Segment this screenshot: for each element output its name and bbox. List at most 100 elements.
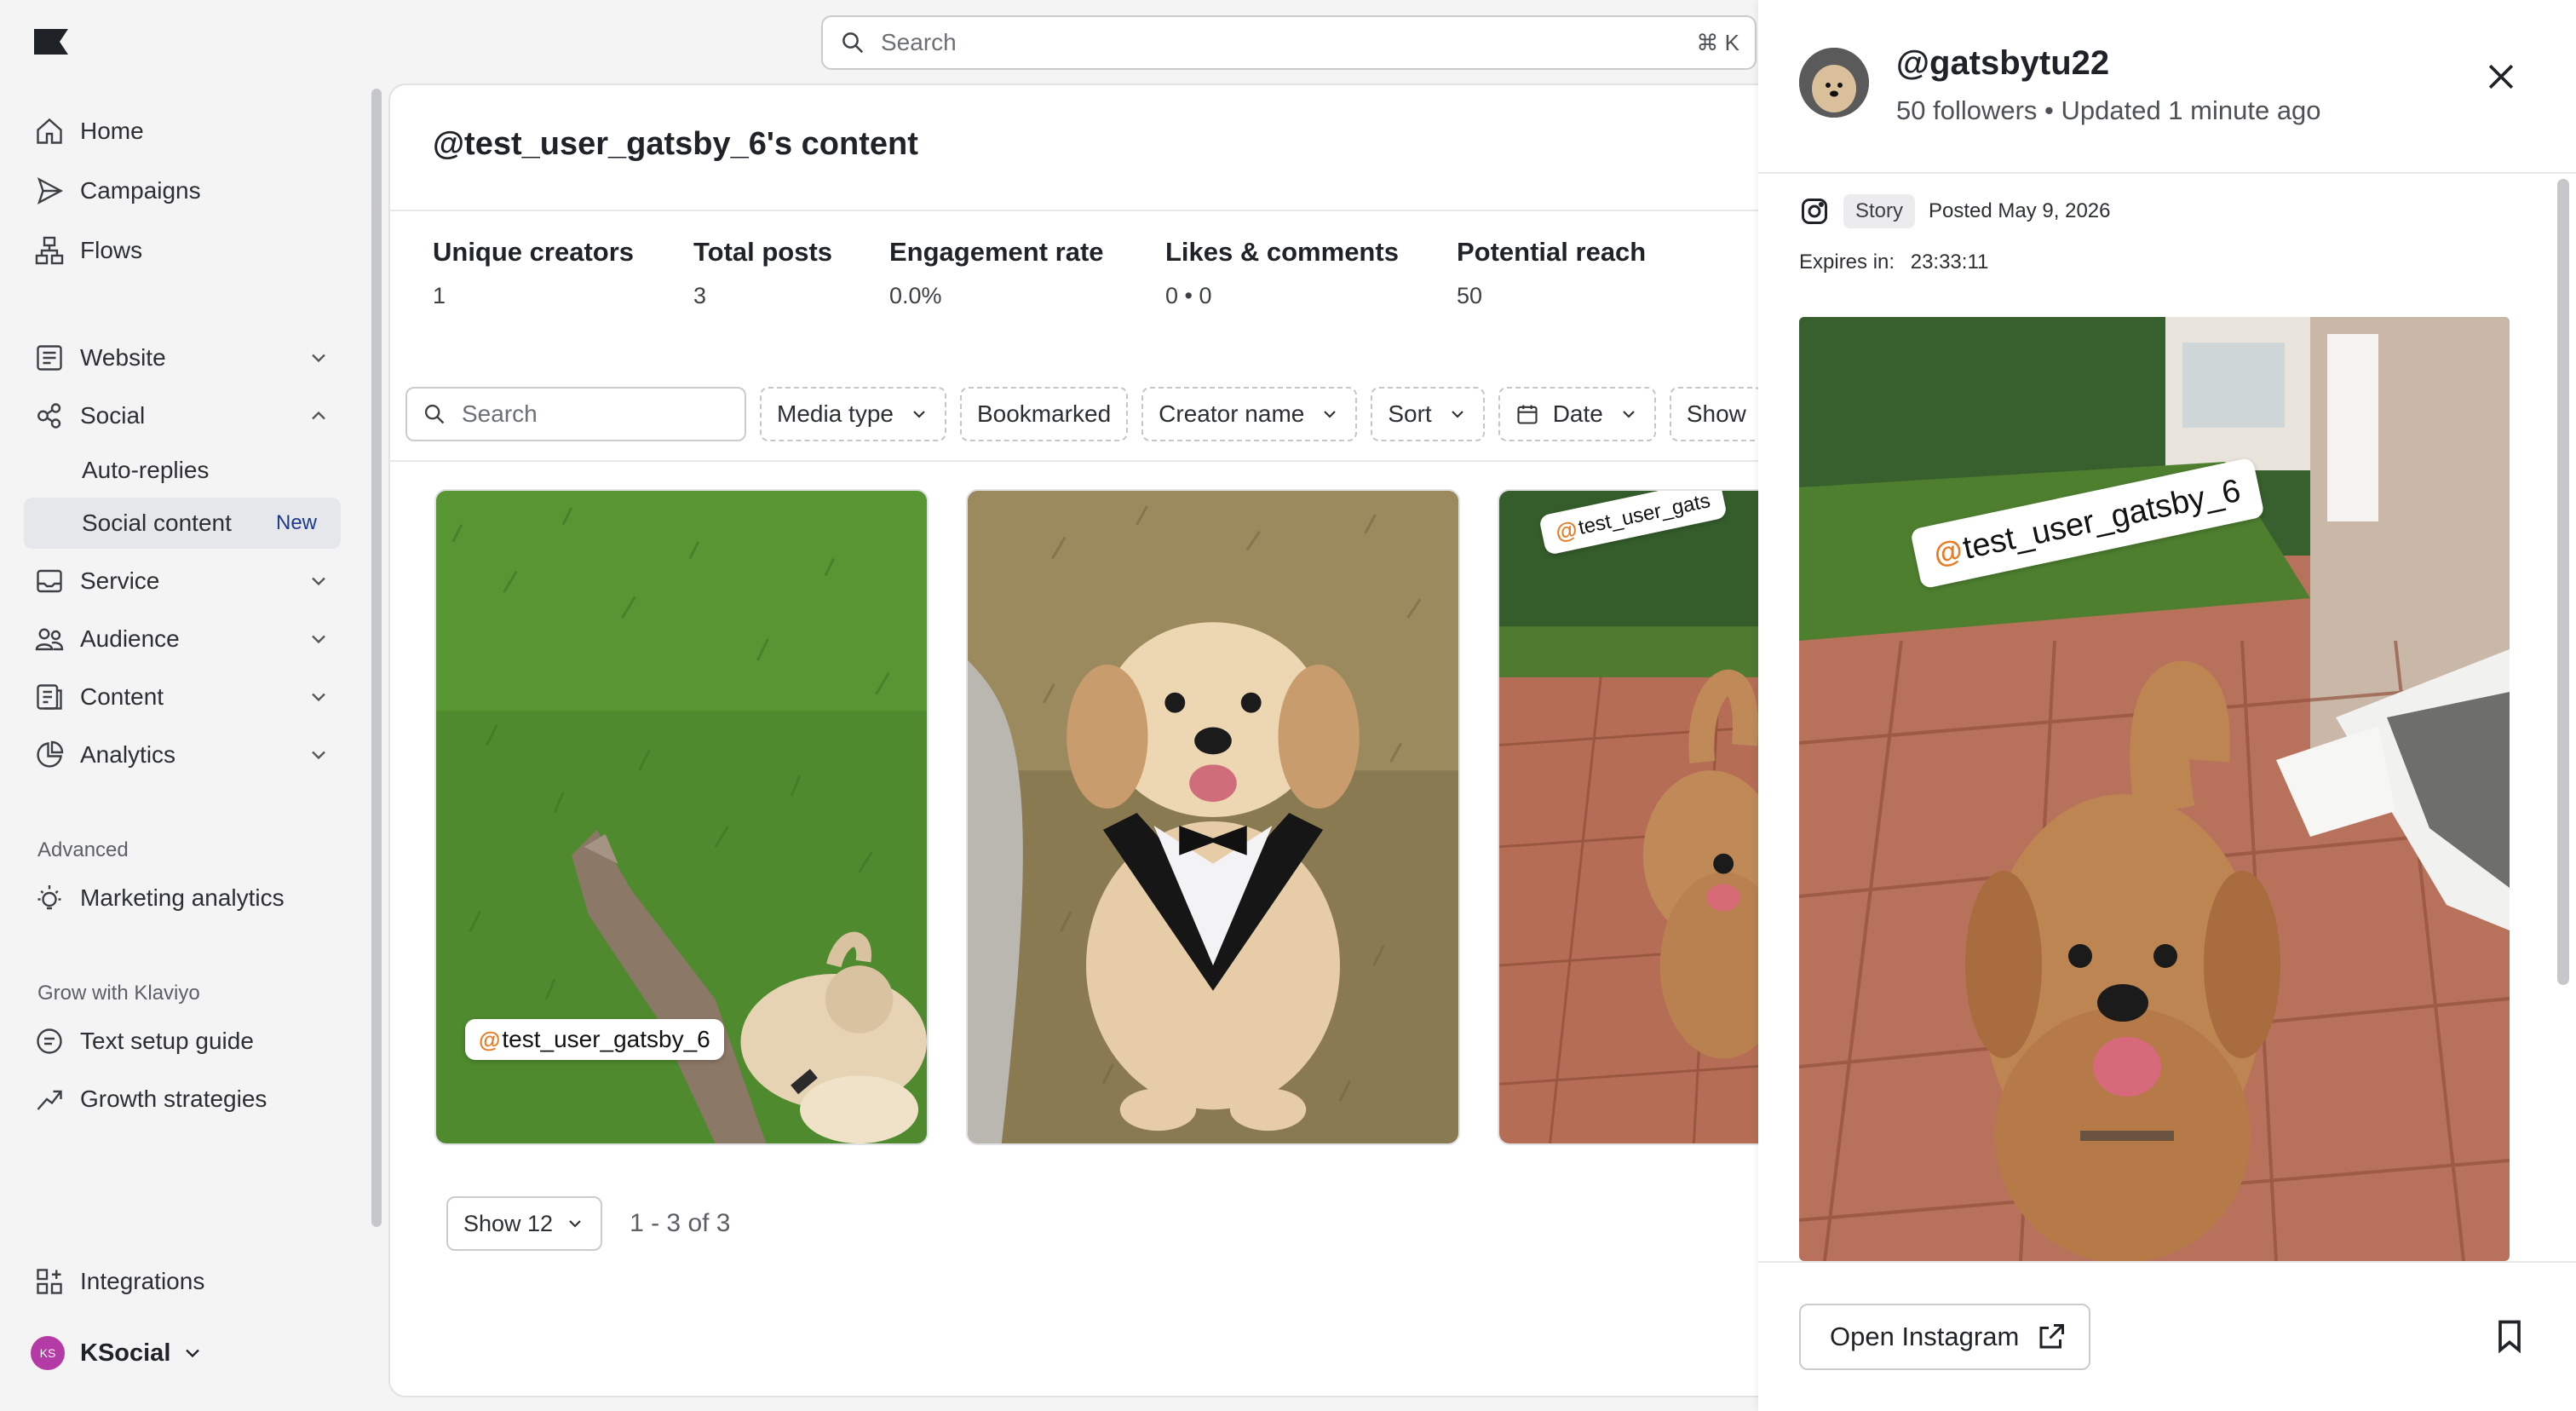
content-card[interactable]: [966, 489, 1460, 1145]
sidebar-item-label: Analytics: [80, 741, 176, 768]
search-placeholder: Search: [881, 29, 957, 55]
chevron-down-icon: [913, 411, 925, 418]
story-image: @ test_user_gatsby_6: [1799, 317, 2510, 1261]
content-card[interactable]: @ test_user_gatsby_6: [434, 489, 929, 1145]
content-card[interactable]: @ test_user_gats: [1498, 489, 1784, 1145]
chevron-down-icon: [312, 751, 325, 760]
section-label-grow: Grow with Klaviyo: [37, 982, 200, 1005]
sidebar-scrollbar[interactable]: [371, 89, 382, 1227]
analytics-icon: [32, 738, 66, 772]
sidebar-item-website[interactable]: Website: [24, 334, 341, 382]
open-instagram-button[interactable]: Open Instagram: [1799, 1304, 2091, 1370]
sidebar: Home Campaigns Flows Website Social Auto…: [0, 0, 365, 1411]
filter-sort[interactable]: Sort: [1371, 387, 1485, 441]
filter-label: Date: [1552, 400, 1603, 427]
sidebar-item-label: Home: [80, 118, 144, 144]
stat-value: 1: [433, 283, 446, 308]
sidebar-item-label: Flows: [80, 237, 143, 263]
filter-label: Creator name: [1159, 400, 1305, 427]
drawer-scrollbar[interactable]: [2557, 179, 2569, 985]
chevron-down-icon: [1623, 411, 1635, 418]
page-size-select[interactable]: Show 12: [446, 1196, 603, 1251]
chevron-down-icon: [186, 1349, 200, 1358]
expires-value: 23:33:11: [1910, 251, 1989, 274]
sidebar-subitem-label: Social content: [82, 510, 232, 536]
filter-media-type[interactable]: Media type: [760, 387, 946, 441]
pagination: Show 12 1 - 3 of 3: [446, 1196, 730, 1251]
sidebar-subitem-auto-replies[interactable]: Auto-replies: [24, 445, 341, 496]
send-icon: [32, 174, 66, 208]
sidebar-item-label: Campaigns: [80, 177, 201, 204]
sidebar-item-marketing-analytics[interactable]: Marketing analytics: [24, 874, 341, 922]
divider: [1758, 1261, 2576, 1263]
content-image: [968, 491, 1458, 1143]
filter-creator-name[interactable]: Creator name: [1141, 387, 1358, 441]
sidebar-item-label: Website: [80, 344, 166, 371]
filter-date[interactable]: Date: [1498, 387, 1656, 441]
sidebar-item-label: Marketing analytics: [80, 884, 285, 911]
filter-bookmarked[interactable]: Bookmarked: [959, 387, 1129, 441]
sidebar-item-flows[interactable]: Flows: [24, 227, 341, 274]
filter-label: Show: [1686, 400, 1746, 427]
sidebar-subitem-social-content[interactable]: Social content New: [24, 498, 341, 549]
sidebar-item-home[interactable]: Home: [24, 107, 341, 155]
sidebar-item-campaigns[interactable]: Campaigns: [24, 167, 341, 215]
mention-icon: @: [479, 1026, 501, 1052]
social-icon: [32, 399, 66, 433]
content-icon: [32, 680, 66, 714]
filter-label: Bookmarked: [976, 400, 1112, 427]
main-content: @test_user_gatsby_6's content Unique cre…: [388, 84, 1785, 1397]
calendar-icon: [1517, 405, 1538, 424]
filter-label: Media type: [777, 400, 894, 427]
account-name: KSocial: [80, 1339, 171, 1367]
sidebar-item-audience[interactable]: Audience: [24, 615, 341, 663]
filter-show[interactable]: Show: [1669, 387, 1763, 441]
page-count: 1 - 3 of 3: [630, 1209, 731, 1237]
global-search-input[interactable]: Search ⌘ K: [821, 15, 1757, 70]
website-icon: [32, 341, 66, 375]
search-icon: [842, 32, 864, 54]
audience-icon: [32, 622, 66, 656]
stat-value: 3: [693, 283, 707, 308]
creator-handle: @gatsbytu22: [1896, 44, 2110, 82]
content-image: [1499, 491, 1784, 1143]
sidebar-item-social[interactable]: Social: [24, 392, 341, 440]
bookmark-icon[interactable]: [2491, 1317, 2528, 1355]
sidebar-item-content[interactable]: Content: [24, 673, 341, 721]
search-placeholder: Search: [462, 400, 538, 427]
divider: [1758, 172, 2576, 174]
account-switcher[interactable]: KS KSocial: [31, 1336, 204, 1370]
creator-avatar: [1799, 48, 1869, 118]
creator-tag: @ test_user_gatsby_6: [465, 1019, 724, 1060]
instagram-icon: [1802, 199, 1827, 224]
stat-label: Total posts: [693, 237, 833, 267]
close-icon[interactable]: [2482, 58, 2520, 95]
external-link-icon: [2039, 1324, 2065, 1349]
sidebar-item-label: Social: [80, 402, 146, 429]
search-icon: [424, 404, 445, 424]
stat-likes-comments: Likes & comments 0 • 0: [1165, 237, 1399, 309]
sidebar-item-label: Text setup guide: [80, 1028, 254, 1054]
new-badge: New: [275, 511, 317, 534]
trend-icon: [32, 1082, 66, 1116]
sidebar-item-integrations[interactable]: Integrations: [24, 1258, 341, 1305]
klaviyo-logo-icon[interactable]: [34, 29, 68, 55]
sidebar-item-text-setup-guide[interactable]: Text setup guide: [24, 1017, 341, 1065]
open-instagram-label: Open Instagram: [1830, 1322, 2020, 1351]
stat-label: Engagement rate: [889, 237, 1104, 267]
home-icon: [32, 114, 66, 148]
divider: [390, 460, 1784, 462]
app-root: Home Campaigns Flows Website Social Auto…: [0, 0, 2576, 1411]
mention-icon: @: [1553, 515, 1580, 545]
sidebar-item-label: Audience: [80, 625, 180, 652]
content-search-input[interactable]: Search: [405, 387, 746, 441]
stat-value: 0.0%: [889, 283, 942, 308]
sidebar-item-analytics[interactable]: Analytics: [24, 731, 341, 779]
sidebar-item-service[interactable]: Service: [24, 557, 341, 605]
chevron-up-icon: [312, 411, 325, 420]
chevron-down-icon: [312, 354, 325, 363]
sidebar-item-growth-strategies[interactable]: Growth strategies: [24, 1075, 341, 1123]
sidebar-item-label: Content: [80, 683, 164, 710]
sidebar-subitem-label: Auto-replies: [82, 457, 210, 483]
lightbulb-icon: [32, 881, 66, 915]
